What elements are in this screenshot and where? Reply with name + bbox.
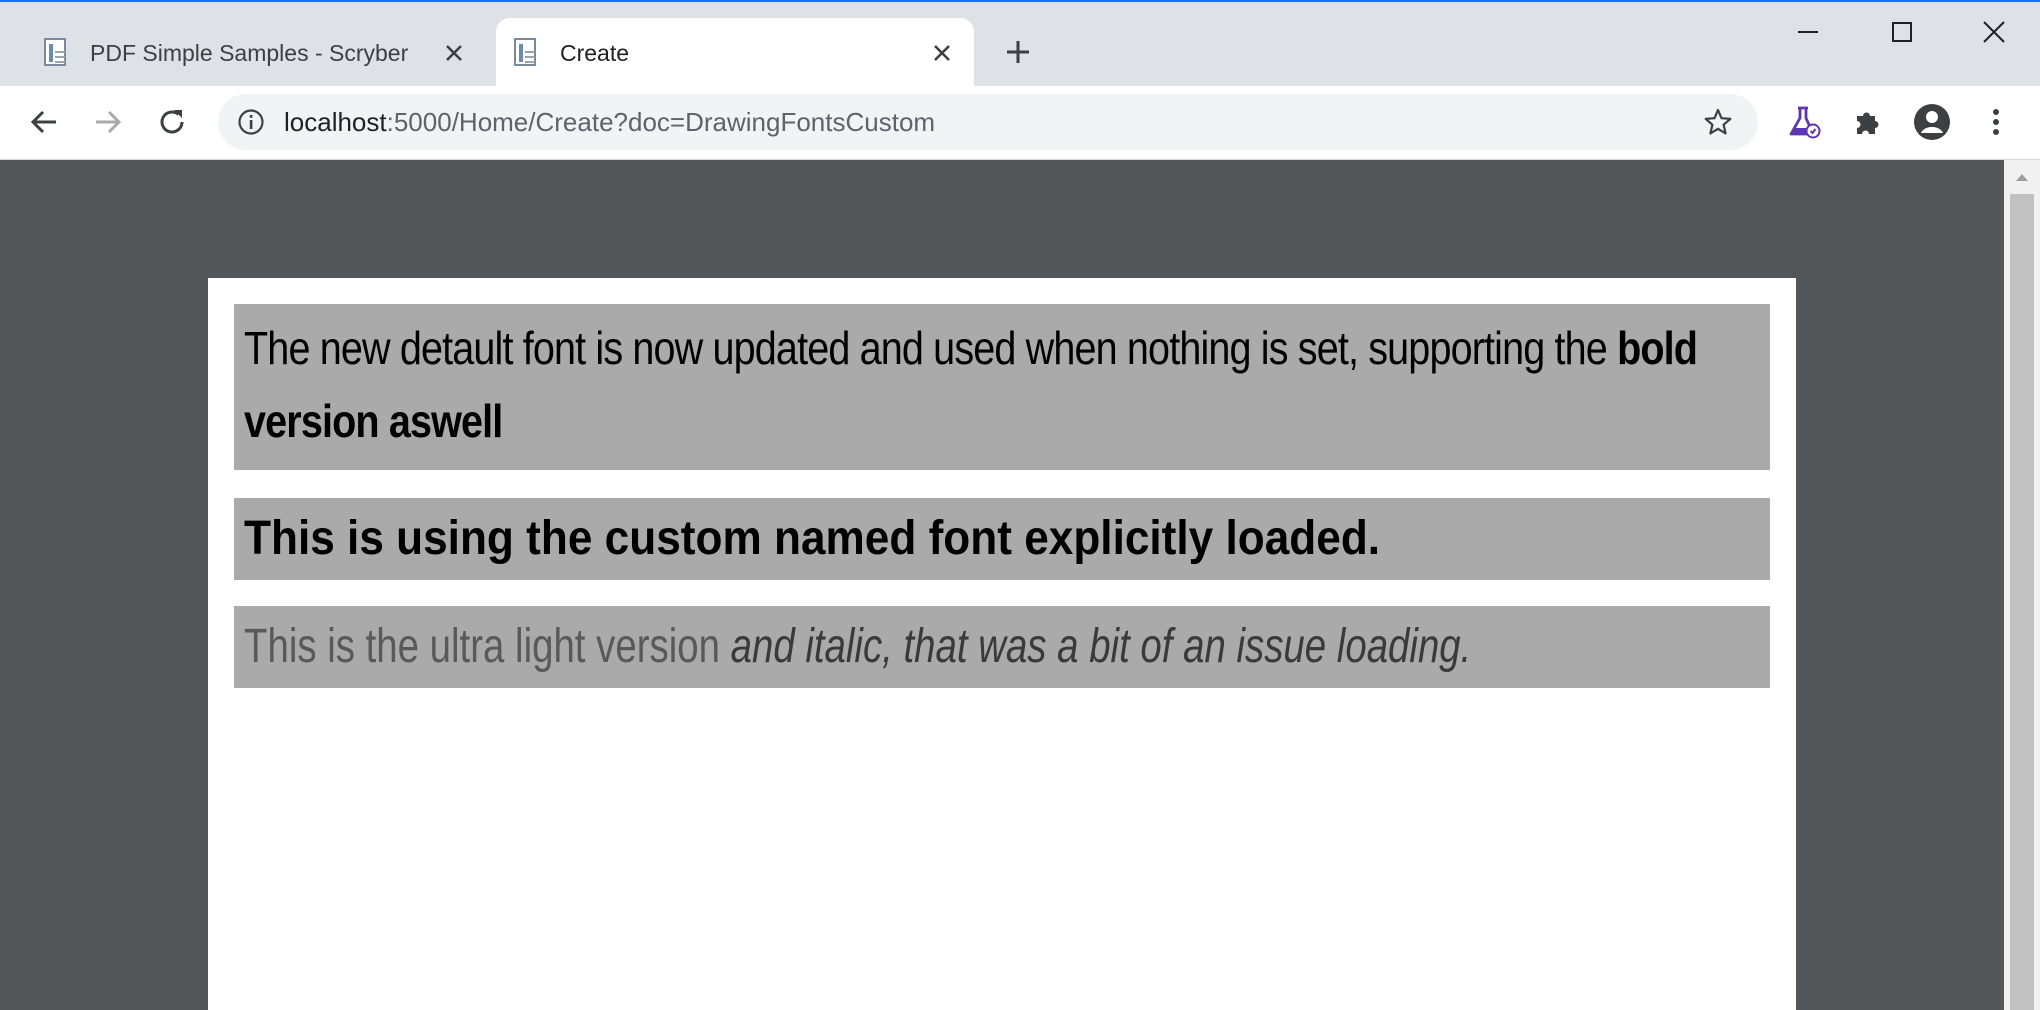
forward-button[interactable] <box>84 98 132 146</box>
labs-button[interactable] <box>1780 98 1828 146</box>
default-font-text: The new detault font is now updated and … <box>244 322 1618 374</box>
new-tab-button[interactable] <box>998 32 1038 72</box>
menu-button[interactable] <box>1972 98 2020 146</box>
custom-font-text: This is using the custom named font expl… <box>244 512 1381 565</box>
document-favicon-icon <box>514 38 536 66</box>
pdf-viewer[interactable]: The new detault font is now updated and … <box>0 160 2004 1010</box>
bookmark-star-icon[interactable] <box>1700 104 1736 140</box>
minimize-icon <box>1798 31 1818 33</box>
address-bar[interactable]: localhost:5000/Home/Create?doc=DrawingFo… <box>218 94 1758 150</box>
back-arrow-icon <box>30 110 56 134</box>
minimize-button[interactable] <box>1768 4 1848 60</box>
tab-create[interactable]: Create <box>496 18 974 88</box>
pdf-page: The new detault font is now updated and … <box>208 278 1796 1010</box>
flask-icon <box>1789 106 1821 139</box>
italic-text: and italic, that was a bit of an issue l… <box>730 620 1472 673</box>
browser-toolbar: localhost:5000/Home/Create?doc=DrawingFo… <box>0 86 2040 160</box>
url-path: :5000/Home/Create?doc=DrawingFontsCustom <box>386 106 936 137</box>
url-host: localhost <box>284 106 387 137</box>
tab-strip: PDF Simple Samples - Scryber Create <box>0 0 2040 88</box>
info-icon[interactable] <box>236 107 266 137</box>
browser-window: PDF Simple Samples - Scryber Create loca… <box>0 0 2040 1010</box>
url-text[interactable]: localhost:5000/Home/Create?doc=DrawingFo… <box>284 107 1700 138</box>
maximize-button[interactable] <box>1862 4 1942 60</box>
reload-button[interactable] <box>148 98 196 146</box>
custom-font-paragraph: This is using the custom named font expl… <box>234 498 1770 580</box>
ultra-light-paragraph: This is the ultra light version and ital… <box>234 606 1770 688</box>
scroll-up-arrow-icon <box>2016 174 2028 181</box>
reload-icon <box>160 110 184 134</box>
back-button[interactable] <box>20 98 68 146</box>
document-favicon-icon <box>44 38 66 66</box>
ultra-light-text: This is the ultra light version <box>244 620 731 673</box>
tab-title: Create <box>560 39 630 66</box>
extensions-button[interactable] <box>1844 98 1892 146</box>
plus-icon <box>1007 41 1029 63</box>
close-icon <box>1983 21 2005 43</box>
tab-pdf-simple-samples[interactable]: PDF Simple Samples - Scryber <box>26 18 486 88</box>
account-icon <box>1914 104 1950 140</box>
tab-title: PDF Simple Samples - Scryber <box>90 39 409 66</box>
scroll-up-button[interactable] <box>2004 164 2040 190</box>
close-tab-icon[interactable] <box>440 39 468 67</box>
close-tab-icon[interactable] <box>928 39 956 67</box>
close-window-button[interactable] <box>1954 4 2034 60</box>
scrollbar-thumb[interactable] <box>2010 194 2034 1010</box>
default-font-paragraph: The new detault font is now updated and … <box>234 304 1770 470</box>
kebab-menu-icon <box>1993 109 1999 135</box>
forward-arrow-icon <box>96 110 122 134</box>
maximize-icon <box>1892 22 1912 42</box>
profile-button[interactable] <box>1908 98 1956 146</box>
vertical-scrollbar[interactable] <box>2004 160 2040 1010</box>
puzzle-icon <box>1857 112 1879 134</box>
